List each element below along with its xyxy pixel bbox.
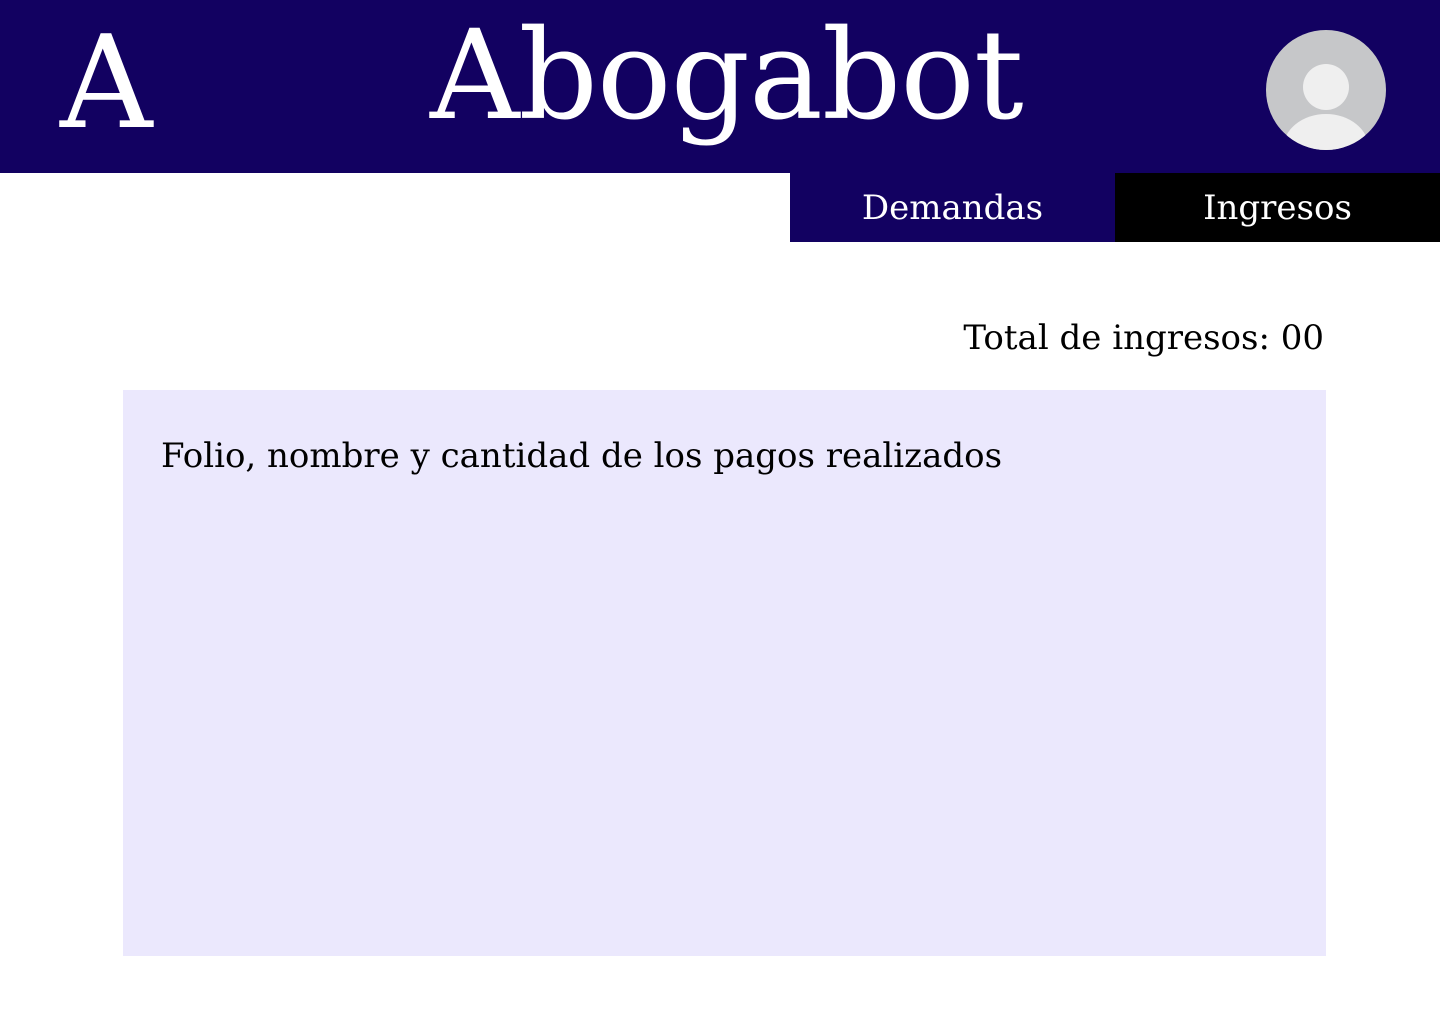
- tab-ingresos[interactable]: Ingresos: [1115, 173, 1440, 242]
- avatar-body-shape: [1283, 114, 1369, 150]
- app-header: A Abogabot: [0, 0, 1440, 173]
- payments-panel: Folio, nombre y cantidad de los pagos re…: [123, 390, 1326, 956]
- avatar-head-shape: [1303, 64, 1349, 110]
- main-nav: Demandas Ingresos: [790, 173, 1440, 242]
- app-title: Abogabot: [430, 4, 1024, 148]
- logo[interactable]: A: [60, 20, 152, 148]
- tab-demandas[interactable]: Demandas: [790, 173, 1115, 242]
- total-ingresos: Total de ingresos: 00: [963, 318, 1324, 358]
- user-avatar-icon[interactable]: [1266, 30, 1386, 150]
- payments-description: Folio, nombre y cantidad de los pagos re…: [161, 436, 1003, 476]
